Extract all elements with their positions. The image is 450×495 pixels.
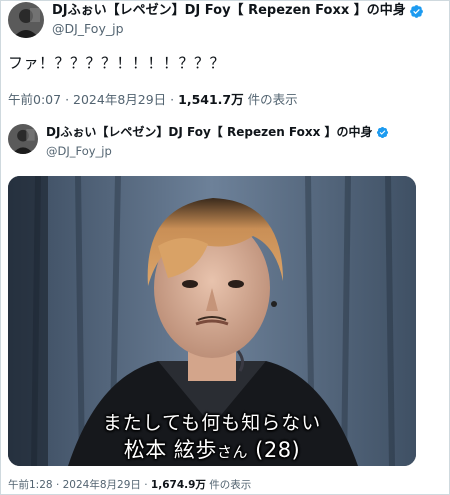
author-display-name[interactable]: DJふぉい【レペゼン】DJ Foy【 Repezen Foxx 】の中身 [52,2,424,20]
quoted-author-handle[interactable]: @DJ_Foy_jp [46,143,389,159]
caption-honorific: さん [216,443,248,461]
views-label: 件の表示 [247,92,298,107]
quoted-author-block: DJふぉい【レペゼン】DJ Foy【 Repezen Foxx 】の中身 @DJ… [46,124,389,159]
quoted-author-name-text: DJふぉい【レペゼン】DJ Foy【 Repezen Foxx 】の中身 [46,125,373,139]
quoted-views-count: 1,674.9万 [150,479,206,491]
avatar[interactable] [8,2,44,38]
quoted-author-display-name[interactable]: DJふぉい【レペゼン】DJ Foy【 Repezen Foxx 】の中身 [46,124,389,140]
tweet-time[interactable]: 午前0:07 [8,92,61,107]
quoted-views-label: 件の表示 [209,479,252,491]
verified-badge-icon [409,4,423,18]
caption-name: 松本 絃歩 [123,438,217,462]
verified-badge-icon [376,126,388,138]
quoted-tweet-date[interactable]: 2024年8月29日 [63,479,141,491]
author-name-text: DJふぉい【レペゼン】DJ Foy【 Repezen Foxx 】の中身 [52,3,406,18]
media-caption-line2: 松本 絃歩さん (28) [8,434,416,464]
tweet-date[interactable]: 2024年8月29日 [73,92,166,107]
quoted-tweet-time[interactable]: 午前1:28 [8,479,53,491]
quoted-tweet-header: DJふぉい【レペゼン】DJ Foy【 Repezen Foxx 】の中身 @DJ… [8,124,389,159]
views-count: 1,541.7万 [178,92,244,107]
author-handle[interactable]: @DJ_Foy_jp [52,21,424,37]
caption-age: (28) [255,438,301,462]
author-block: DJふぉい【レペゼン】DJ Foy【 Repezen Foxx 】の中身 @DJ… [52,2,424,37]
quoted-tweet-meta: 午前1:28 · 2024年8月29日 · 1,674.9万 件の表示 [8,479,252,491]
tweet-media-image[interactable]: またしても何も知らない 松本 絃歩さん (28) [8,176,416,466]
tweet-meta: 午前0:07 · 2024年8月29日 · 1,541.7万 件の表示 [8,92,298,107]
media-caption-line1: またしても何も知らない [102,412,322,434]
tweet-text: ファ！？？？？！！！！？？？ [8,54,226,72]
tweet-header: DJふぉい【レペゼン】DJ Foy【 Repezen Foxx 】の中身 @DJ… [8,2,424,44]
avatar[interactable] [8,124,38,154]
